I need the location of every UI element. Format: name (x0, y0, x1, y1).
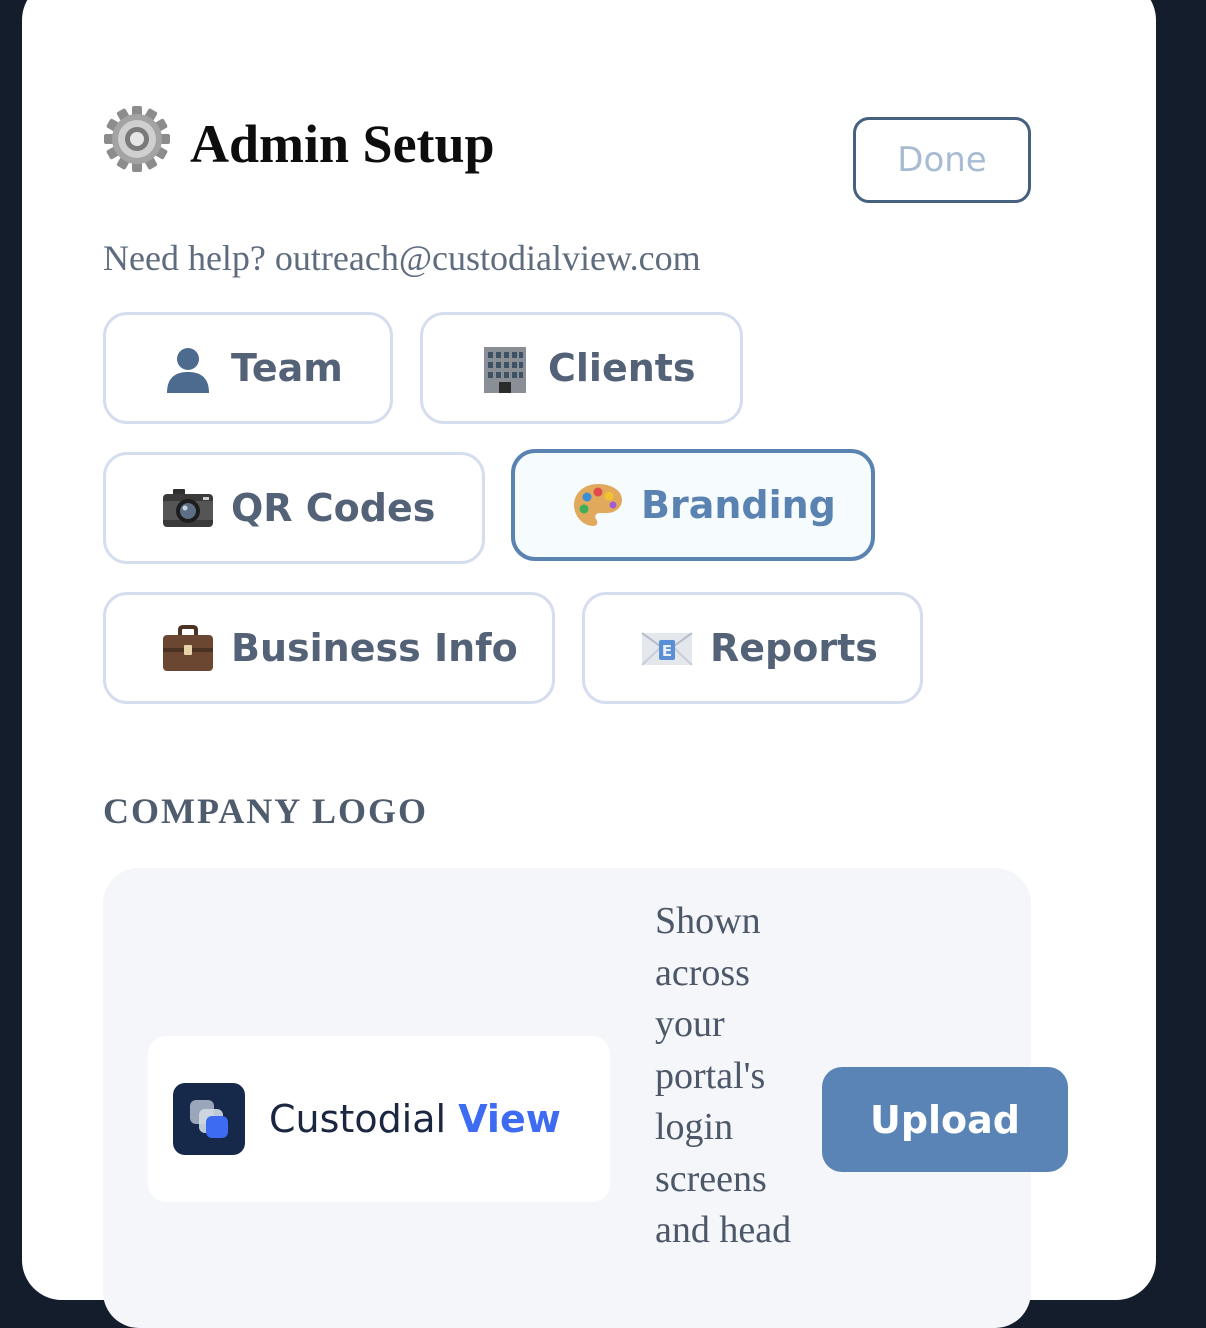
tab-team[interactable]: Team (103, 312, 393, 424)
page-title: Admin Setup (190, 114, 495, 174)
tab-qr-codes[interactable]: QR Codes (103, 452, 485, 564)
tab-label: Reports (710, 626, 878, 670)
tab-label: Branding (641, 483, 836, 527)
bust-silhouette-icon (167, 348, 209, 393)
section-label-company-logo: COMPANY LOGO (103, 791, 428, 831)
logo-description: Shown across your portal's login screens… (655, 900, 792, 1251)
tab-label: Business Info (231, 626, 518, 670)
help-contact-text: Need help? outreach@custodialview.com (103, 238, 701, 278)
tab-label: Clients (548, 346, 696, 390)
camera-icon (163, 489, 213, 527)
artist-palette-icon (574, 484, 622, 526)
tab-label: Team (231, 346, 343, 390)
logo-wordmark-part1: Custodial (269, 1097, 447, 1141)
logo-wordmark-part2: View (458, 1097, 561, 1141)
email-icon: E (641, 632, 693, 666)
svg-text:E: E (662, 642, 672, 660)
logo-wordmark: Custodial View (269, 1097, 561, 1141)
tab-clients[interactable]: Clients (420, 312, 743, 424)
logo-preview: Custodial View (148, 1036, 610, 1202)
tab-reports[interactable]: E Reports (582, 592, 923, 704)
briefcase-icon (163, 625, 213, 671)
upload-button[interactable]: Upload (822, 1067, 1068, 1172)
gear-icon (104, 106, 170, 172)
done-button[interactable]: Done (853, 117, 1031, 203)
tab-branding[interactable]: Branding (511, 449, 875, 561)
office-building-icon (484, 347, 526, 393)
custodial-view-logo-icon (173, 1083, 245, 1155)
tab-business-info[interactable]: Business Info (103, 592, 555, 704)
tab-label: QR Codes (231, 486, 436, 530)
